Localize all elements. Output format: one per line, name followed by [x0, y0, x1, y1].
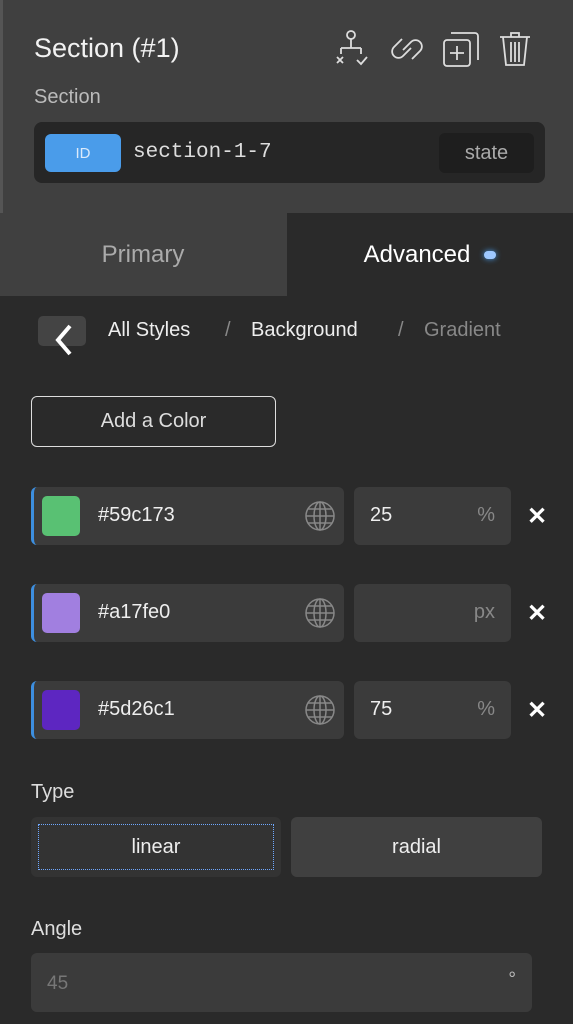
state-button[interactable]: state [439, 133, 534, 173]
duplicate-icon[interactable] [441, 30, 481, 70]
trash-icon[interactable] [497, 30, 537, 70]
remove-color-icon[interactable]: ✕ [527, 599, 547, 628]
globe-icon[interactable] [304, 500, 336, 537]
color-stop-unit[interactable]: px [474, 601, 495, 624]
remove-color-icon[interactable]: ✕ [527, 502, 547, 531]
color-stop-value: 75 [370, 698, 393, 720]
gradient-color-row: #a17fe0 px ✕ [31, 584, 561, 642]
gradient-color-row: #59c173 25 % ✕ [31, 487, 561, 545]
tab-primary[interactable]: Primary [0, 213, 286, 296]
breadcrumb-background[interactable]: Background [251, 319, 358, 342]
breadcrumb-gradient: Gradient [424, 319, 501, 341]
globe-icon[interactable] [304, 694, 336, 731]
angle-placeholder: 45 [47, 973, 69, 994]
structure-icon[interactable] [333, 30, 373, 70]
breadcrumb-all-styles[interactable]: All Styles [108, 319, 190, 342]
id-badge[interactable]: ID [45, 134, 121, 172]
color-swatch[interactable] [42, 593, 80, 633]
color-hex-value: #59c173 [98, 504, 175, 526]
color-stop-input[interactable]: px [354, 584, 511, 642]
id-value[interactable]: section-1-7 [133, 141, 272, 164]
color-hex-input[interactable]: #59c173 [31, 487, 344, 545]
element-type-label: Section [34, 86, 101, 108]
color-hex-input[interactable]: #5d26c1 [31, 681, 344, 739]
color-stop-unit[interactable]: % [477, 504, 495, 527]
color-stop-input[interactable]: 75 % [354, 681, 511, 739]
angle-unit: ° [508, 969, 516, 990]
color-swatch[interactable] [42, 496, 80, 536]
color-stop-unit[interactable]: % [477, 698, 495, 721]
link-icon[interactable] [387, 30, 427, 70]
element-title: Section (#1) [34, 33, 180, 63]
color-hex-input[interactable]: #a17fe0 [31, 584, 344, 642]
add-color-button[interactable]: Add a Color [31, 396, 276, 447]
type-radial-button[interactable]: radial [291, 817, 542, 877]
remove-color-icon[interactable]: ✕ [527, 696, 547, 725]
tab-label: Advanced [363, 240, 471, 268]
globe-icon[interactable] [304, 597, 336, 634]
angle-input[interactable]: 45 ° [31, 953, 532, 1012]
active-indicator-icon [484, 250, 497, 259]
color-swatch[interactable] [42, 690, 80, 730]
color-stop-value: 25 [370, 504, 393, 526]
color-hex-value: #a17fe0 [98, 601, 171, 623]
gradient-color-row: #5d26c1 75 % ✕ [31, 681, 561, 739]
id-row: ID section-1-7 state [34, 122, 545, 183]
breadcrumb-separator: / [225, 319, 231, 341]
tab-advanced[interactable]: Advanced [287, 213, 573, 296]
type-linear-button[interactable]: linear [31, 817, 281, 877]
angle-label: Angle [31, 918, 83, 940]
color-hex-value: #5d26c1 [98, 698, 175, 720]
breadcrumb-separator: / [398, 319, 404, 341]
back-button[interactable] [38, 316, 86, 356]
color-stop-input[interactable]: 25 % [354, 487, 511, 545]
type-label: Type [31, 781, 75, 803]
chevron-left-icon [55, 324, 72, 356]
